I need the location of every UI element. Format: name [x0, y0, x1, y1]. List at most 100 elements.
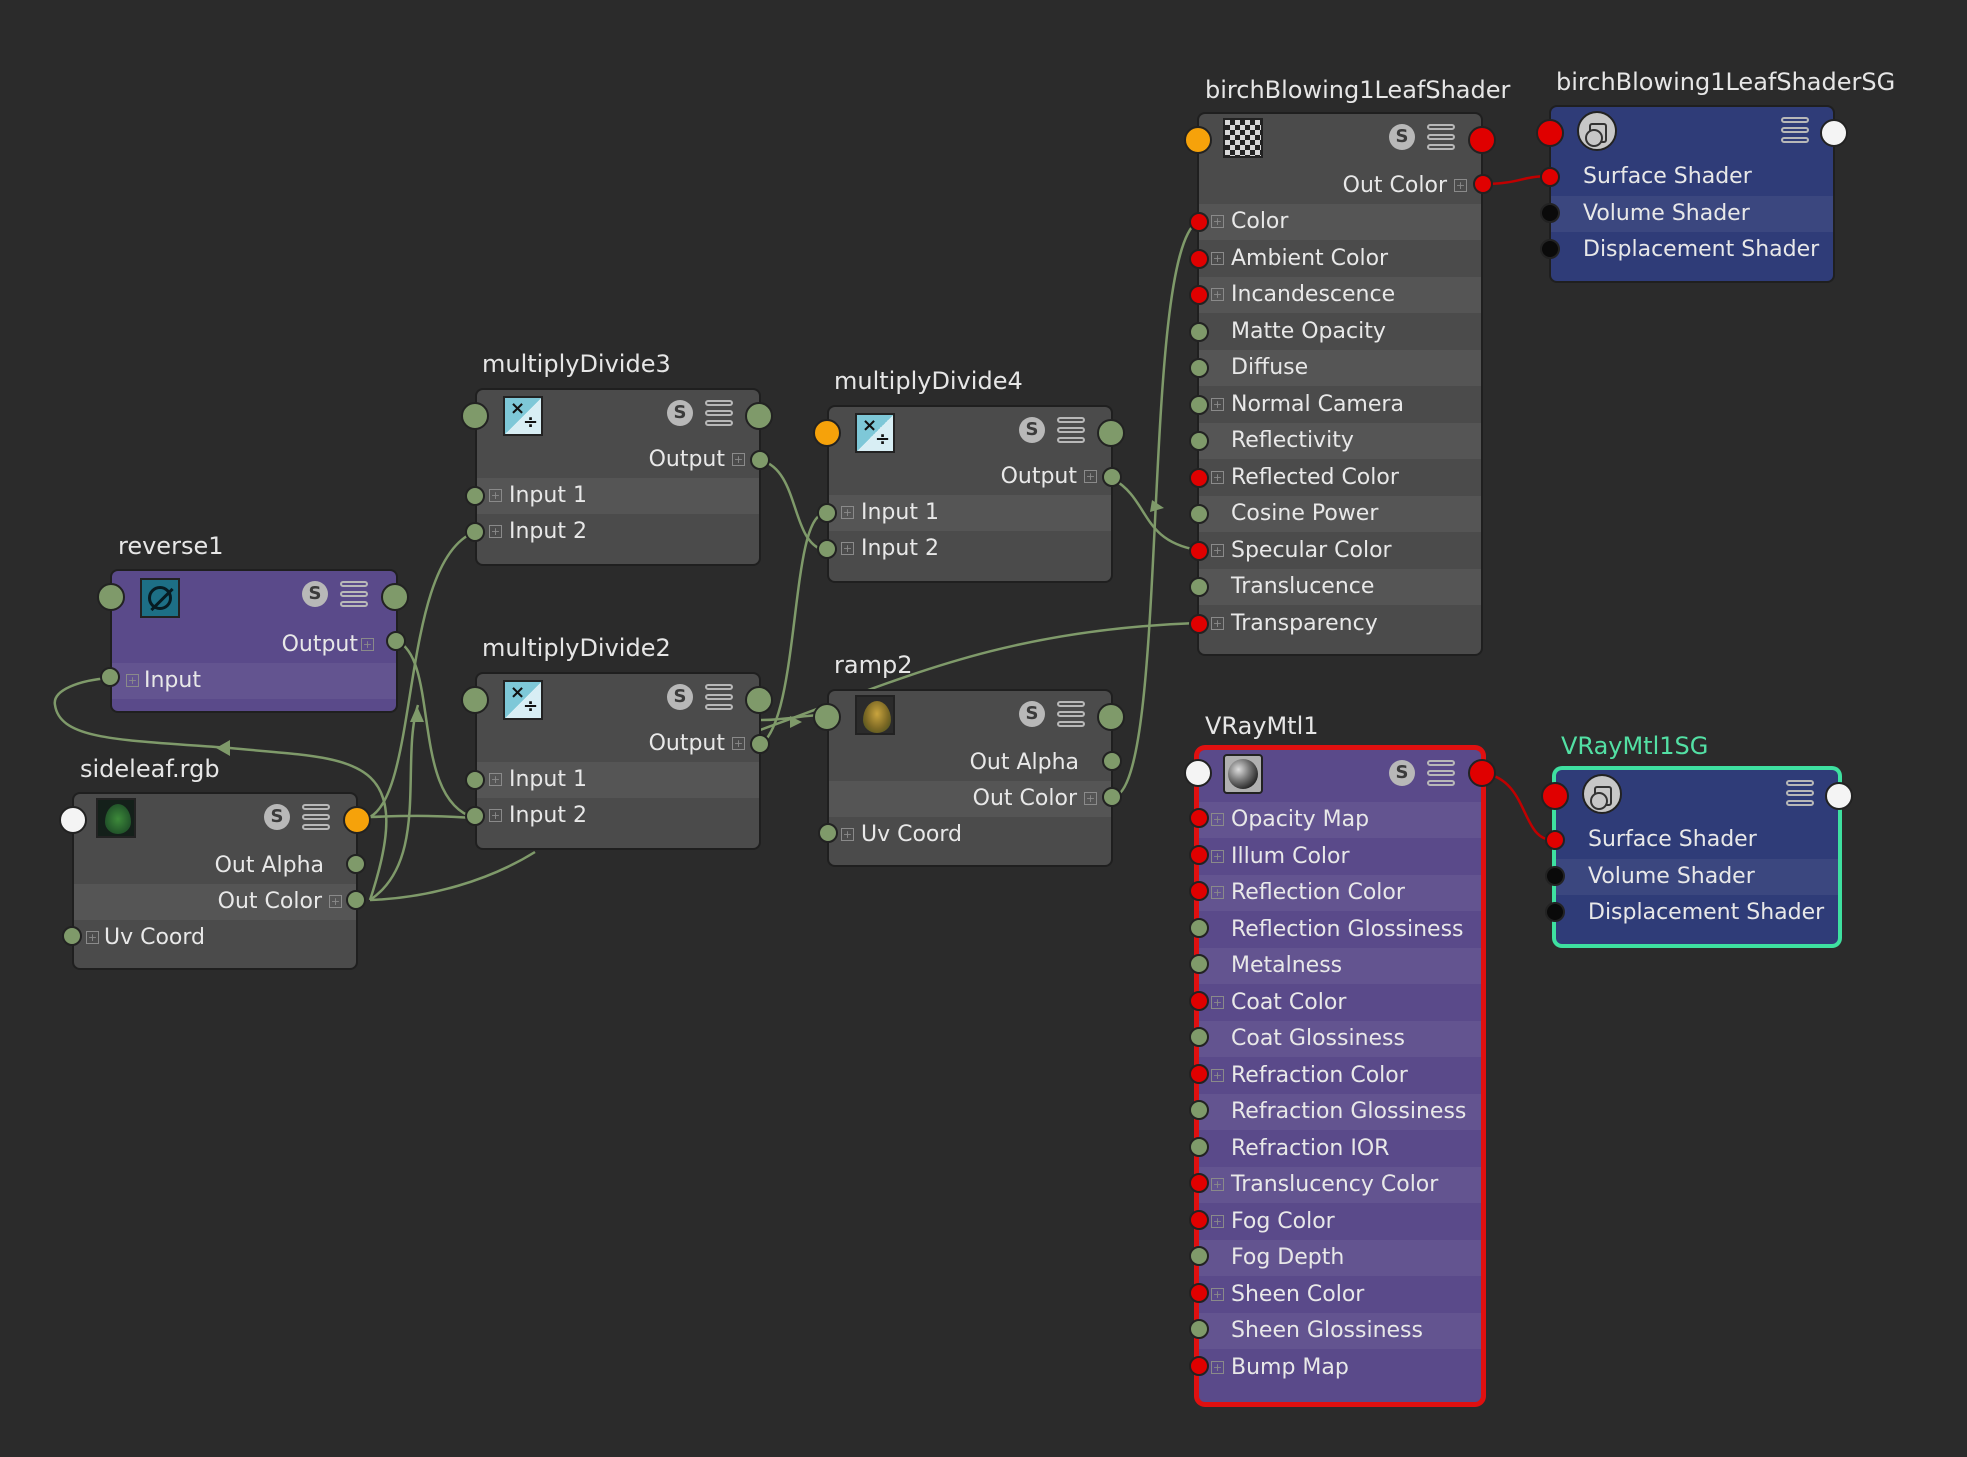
uv-coord-port[interactable] — [818, 823, 838, 843]
node-title[interactable]: birchBlowing1LeafShader — [1205, 76, 1510, 104]
input1-port[interactable] — [817, 503, 837, 523]
node-title[interactable]: multiplyDivide4 — [834, 367, 1023, 395]
node-input-port[interactable] — [1541, 782, 1569, 810]
node-input-port[interactable] — [813, 419, 841, 447]
node-input-port[interactable] — [59, 806, 87, 834]
expand-icon[interactable]: + — [841, 828, 854, 841]
attribute-menu-icon[interactable] — [302, 804, 330, 830]
expand-icon[interactable]: + — [1211, 1287, 1224, 1301]
attribute-port[interactable] — [1189, 504, 1209, 524]
node-input-port[interactable] — [461, 686, 489, 714]
attribute-port[interactable] — [1189, 1100, 1209, 1120]
node-output-port[interactable] — [1097, 703, 1125, 731]
ramp2-node[interactable]: S Out Alpha Out Color + + Uv Coord — [829, 691, 1111, 865]
input2-port[interactable] — [465, 522, 485, 542]
node-output-port[interactable] — [1097, 419, 1125, 447]
vray-material-node[interactable]: S + Opacity Map + Illum Color + Reflection Co… — [1199, 750, 1481, 1402]
displacement-shader-port[interactable] — [1545, 902, 1565, 922]
expand-icon[interactable]: + — [1084, 792, 1097, 805]
node-output-port[interactable] — [1468, 759, 1496, 787]
attribute-port[interactable] — [1189, 1319, 1209, 1339]
expand-icon[interactable]: + — [1211, 470, 1224, 484]
attribute-port[interactable] — [1189, 808, 1209, 828]
expand-icon[interactable]: + — [126, 674, 139, 687]
node-title[interactable]: VRayMtl1SG — [1561, 732, 1708, 760]
out-color-port[interactable] — [1102, 787, 1122, 807]
node-title[interactable]: sideleaf.rgb — [80, 755, 220, 783]
expand-icon[interactable]: + — [1211, 251, 1224, 265]
multiply-divide3-node[interactable]: × ÷ S Output + + Input 1 + Input 2 — [477, 390, 759, 564]
solo-button[interactable]: S — [667, 400, 693, 426]
attribute-port[interactable] — [1189, 248, 1209, 269]
expand-icon[interactable]: + — [1211, 849, 1224, 863]
multiply-divide2-node[interactable]: × ÷ S Output + + Input 1 + Input 2 — [477, 674, 759, 848]
solo-button[interactable]: S — [667, 684, 693, 710]
attribute-menu-icon[interactable] — [1057, 701, 1085, 727]
attribute-port[interactable] — [1189, 431, 1209, 451]
input2-port[interactable] — [465, 806, 485, 826]
node-output-port[interactable] — [381, 583, 409, 611]
solo-button[interactable]: S — [1019, 701, 1045, 727]
node-title[interactable]: ramp2 — [834, 651, 912, 679]
node-input-port[interactable] — [461, 402, 489, 430]
node-input-port[interactable] — [97, 583, 125, 611]
node-output-port[interactable] — [1825, 782, 1853, 810]
attribute-port[interactable] — [1189, 954, 1209, 974]
expand-icon[interactable]: + — [732, 737, 745, 750]
attribute-menu-icon[interactable] — [1427, 760, 1455, 786]
out-color-port[interactable] — [1473, 174, 1493, 194]
attribute-menu-icon[interactable] — [340, 581, 368, 607]
attribute-port[interactable] — [1189, 577, 1209, 597]
solo-button[interactable]: S — [1389, 760, 1415, 786]
output-port[interactable] — [386, 631, 406, 651]
birch-leaf-shader-node[interactable]: S Out Color + + Color + Ambient Color + Incand… — [1199, 114, 1481, 654]
node-output-port[interactable] — [745, 402, 773, 430]
attribute-menu-icon[interactable] — [1781, 117, 1809, 143]
attribute-port[interactable] — [1189, 881, 1209, 901]
expand-icon[interactable]: + — [489, 489, 502, 502]
output-port[interactable] — [750, 450, 770, 470]
volume-shader-port[interactable] — [1545, 866, 1565, 886]
attribute-port[interactable] — [1189, 1209, 1209, 1230]
attribute-port[interactable] — [1189, 285, 1209, 305]
expand-icon[interactable]: + — [489, 809, 502, 822]
volume-shader-port[interactable] — [1540, 203, 1560, 223]
solo-button[interactable]: S — [264, 804, 290, 830]
expand-icon[interactable]: + — [1211, 886, 1224, 899]
attribute-port[interactable] — [1189, 1282, 1209, 1303]
attribute-port[interactable] — [1189, 1173, 1209, 1193]
input1-port[interactable] — [465, 770, 485, 790]
attribute-port[interactable] — [1189, 212, 1209, 232]
node-title[interactable]: birchBlowing1LeafShaderSG — [1556, 68, 1895, 96]
attribute-port[interactable] — [1189, 990, 1209, 1011]
attribute-port[interactable] — [1189, 1246, 1209, 1266]
expand-icon[interactable]: + — [1084, 470, 1097, 483]
node-title[interactable]: VRayMtl1 — [1205, 712, 1319, 740]
input2-port[interactable] — [817, 539, 837, 559]
displacement-shader-port[interactable] — [1540, 239, 1560, 259]
reverse1-node[interactable]: S Output + + Input — [112, 571, 396, 711]
node-output-port[interactable] — [343, 806, 371, 834]
attribute-port[interactable] — [1189, 467, 1209, 488]
node-title[interactable]: multiplyDivide2 — [482, 634, 671, 662]
attribute-port[interactable] — [1189, 321, 1209, 342]
expand-icon[interactable]: + — [1211, 995, 1224, 1009]
out-alpha-port[interactable] — [1102, 751, 1122, 771]
node-output-port[interactable] — [1820, 119, 1848, 147]
uv-coord-port[interactable] — [62, 926, 82, 946]
attribute-port[interactable] — [1189, 1027, 1209, 1047]
expand-icon[interactable]: + — [489, 773, 502, 786]
expand-icon[interactable]: + — [1454, 179, 1467, 192]
node-input-port[interactable] — [1184, 759, 1212, 787]
expand-icon[interactable]: + — [1211, 1214, 1224, 1228]
multiply-divide4-node[interactable]: × ÷ S Output + + Input 1 + Input 2 — [829, 407, 1111, 581]
vray-shading-group-node[interactable]: Surface Shader Volume Shader Displacement … — [1556, 770, 1838, 944]
attribute-port[interactable] — [1189, 358, 1209, 378]
expand-icon[interactable]: + — [732, 453, 745, 466]
attribute-port[interactable] — [1189, 844, 1209, 865]
expand-icon[interactable]: + — [361, 638, 374, 651]
surface-shader-port[interactable] — [1545, 830, 1565, 850]
expand-icon[interactable]: + — [1211, 616, 1224, 630]
node-output-port[interactable] — [1468, 126, 1496, 154]
expand-icon[interactable]: + — [1211, 288, 1224, 301]
